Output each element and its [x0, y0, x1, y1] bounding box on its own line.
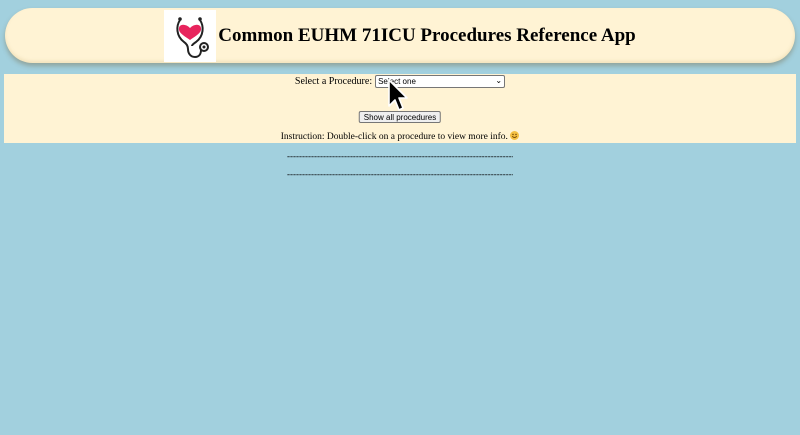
mouse-pointer-icon: [388, 79, 408, 111]
stethoscope-heart-icon: [164, 9, 217, 62]
instruction-label: Instruction: Double-click on a procedure…: [280, 132, 508, 142]
app-title: Common EUHM 71ICU Procedures Reference A…: [218, 24, 636, 46]
page: Common EUHM 71ICU Procedures Reference A…: [0, 0, 800, 435]
separator-text: ----------------------------------------…: [287, 151, 513, 161]
smile-emoji-icon: [510, 131, 520, 140]
instruction-text: Instruction: Double-click on a procedure…: [4, 131, 796, 142]
chevron-down-icon: ⌄: [495, 76, 503, 85]
app-header: Common EUHM 71ICU Procedures Reference A…: [5, 8, 795, 63]
select-label: Select a Procedure:: [294, 76, 373, 87]
separator-text: ----------------------------------------…: [287, 169, 513, 179]
separator-line-bottom: ----------------------------------------…: [0, 169, 800, 181]
separator-line-top: ----------------------------------------…: [0, 151, 800, 163]
